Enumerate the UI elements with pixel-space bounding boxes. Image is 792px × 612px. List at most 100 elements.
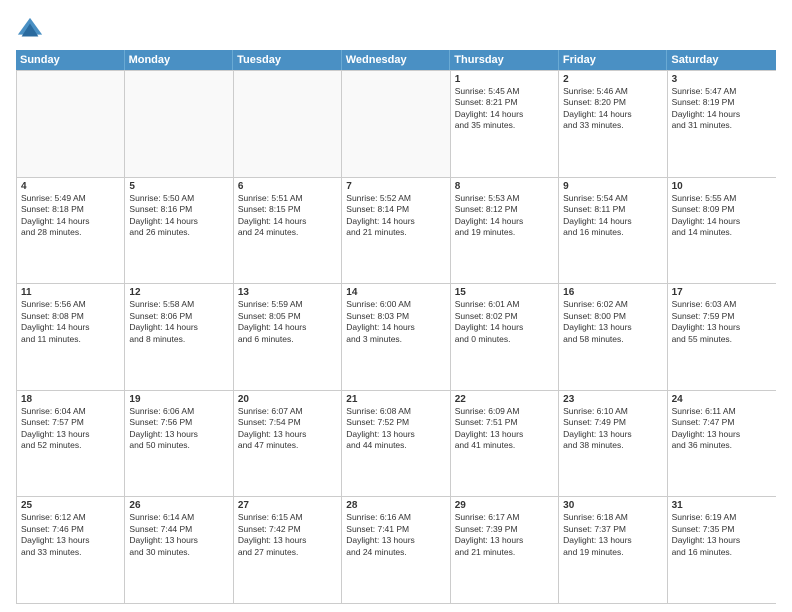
day-number: 21 — [346, 394, 445, 405]
calendar-cell-14: 14Sunrise: 6:00 AM Sunset: 8:03 PM Dayli… — [342, 284, 450, 390]
cell-info-text: Sunrise: 6:14 AM Sunset: 7:44 PM Dayligh… — [129, 512, 228, 558]
calendar-cell-23: 23Sunrise: 6:10 AM Sunset: 7:49 PM Dayli… — [559, 391, 667, 497]
calendar-cell-11: 11Sunrise: 5:56 AM Sunset: 8:08 PM Dayli… — [17, 284, 125, 390]
header-day-sunday: Sunday — [16, 50, 125, 70]
calendar-cell-4: 4Sunrise: 5:49 AM Sunset: 8:18 PM Daylig… — [17, 178, 125, 284]
cell-info-text: Sunrise: 6:06 AM Sunset: 7:56 PM Dayligh… — [129, 406, 228, 452]
logo-icon — [16, 16, 44, 44]
calendar-cell-empty-0-0 — [17, 71, 125, 177]
cell-info-text: Sunrise: 6:02 AM Sunset: 8:00 PM Dayligh… — [563, 299, 662, 345]
cell-info-text: Sunrise: 6:04 AM Sunset: 7:57 PM Dayligh… — [21, 406, 120, 452]
calendar-row-1: 4Sunrise: 5:49 AM Sunset: 8:18 PM Daylig… — [17, 177, 776, 284]
calendar-cell-31: 31Sunrise: 6:19 AM Sunset: 7:35 PM Dayli… — [668, 497, 776, 603]
day-number: 29 — [455, 500, 554, 511]
cell-info-text: Sunrise: 6:12 AM Sunset: 7:46 PM Dayligh… — [21, 512, 120, 558]
calendar-cell-28: 28Sunrise: 6:16 AM Sunset: 7:41 PM Dayli… — [342, 497, 450, 603]
cell-info-text: Sunrise: 5:56 AM Sunset: 8:08 PM Dayligh… — [21, 299, 120, 345]
calendar-cell-15: 15Sunrise: 6:01 AM Sunset: 8:02 PM Dayli… — [451, 284, 559, 390]
calendar-cell-26: 26Sunrise: 6:14 AM Sunset: 7:44 PM Dayli… — [125, 497, 233, 603]
cell-info-text: Sunrise: 5:52 AM Sunset: 8:14 PM Dayligh… — [346, 193, 445, 239]
day-number: 18 — [21, 394, 120, 405]
calendar-row-0: 1Sunrise: 5:45 AM Sunset: 8:21 PM Daylig… — [17, 70, 776, 177]
calendar-cell-6: 6Sunrise: 5:51 AM Sunset: 8:15 PM Daylig… — [234, 178, 342, 284]
cell-info-text: Sunrise: 6:17 AM Sunset: 7:39 PM Dayligh… — [455, 512, 554, 558]
calendar-cell-16: 16Sunrise: 6:02 AM Sunset: 8:00 PM Dayli… — [559, 284, 667, 390]
cell-info-text: Sunrise: 5:55 AM Sunset: 8:09 PM Dayligh… — [672, 193, 772, 239]
day-number: 26 — [129, 500, 228, 511]
header — [16, 12, 776, 44]
cell-info-text: Sunrise: 6:08 AM Sunset: 7:52 PM Dayligh… — [346, 406, 445, 452]
cell-info-text: Sunrise: 6:10 AM Sunset: 7:49 PM Dayligh… — [563, 406, 662, 452]
day-number: 15 — [455, 287, 554, 298]
calendar-cell-13: 13Sunrise: 5:59 AM Sunset: 8:05 PM Dayli… — [234, 284, 342, 390]
header-day-wednesday: Wednesday — [342, 50, 451, 70]
cell-info-text: Sunrise: 6:07 AM Sunset: 7:54 PM Dayligh… — [238, 406, 337, 452]
cell-info-text: Sunrise: 6:00 AM Sunset: 8:03 PM Dayligh… — [346, 299, 445, 345]
calendar-cell-24: 24Sunrise: 6:11 AM Sunset: 7:47 PM Dayli… — [668, 391, 776, 497]
calendar-cell-10: 10Sunrise: 5:55 AM Sunset: 8:09 PM Dayli… — [668, 178, 776, 284]
day-number: 3 — [672, 74, 772, 85]
calendar-cell-19: 19Sunrise: 6:06 AM Sunset: 7:56 PM Dayli… — [125, 391, 233, 497]
day-number: 16 — [563, 287, 662, 298]
day-number: 22 — [455, 394, 554, 405]
calendar-cell-8: 8Sunrise: 5:53 AM Sunset: 8:12 PM Daylig… — [451, 178, 559, 284]
calendar-header: SundayMondayTuesdayWednesdayThursdayFrid… — [16, 50, 776, 70]
header-day-thursday: Thursday — [450, 50, 559, 70]
day-number: 5 — [129, 181, 228, 192]
header-day-friday: Friday — [559, 50, 668, 70]
calendar-cell-30: 30Sunrise: 6:18 AM Sunset: 7:37 PM Dayli… — [559, 497, 667, 603]
calendar-body: 1Sunrise: 5:45 AM Sunset: 8:21 PM Daylig… — [16, 70, 776, 604]
calendar-cell-22: 22Sunrise: 6:09 AM Sunset: 7:51 PM Dayli… — [451, 391, 559, 497]
calendar-row-3: 18Sunrise: 6:04 AM Sunset: 7:57 PM Dayli… — [17, 390, 776, 497]
cell-info-text: Sunrise: 6:01 AM Sunset: 8:02 PM Dayligh… — [455, 299, 554, 345]
header-day-saturday: Saturday — [667, 50, 776, 70]
header-day-tuesday: Tuesday — [233, 50, 342, 70]
calendar-cell-18: 18Sunrise: 6:04 AM Sunset: 7:57 PM Dayli… — [17, 391, 125, 497]
day-number: 20 — [238, 394, 337, 405]
calendar-cell-20: 20Sunrise: 6:07 AM Sunset: 7:54 PM Dayli… — [234, 391, 342, 497]
cell-info-text: Sunrise: 6:18 AM Sunset: 7:37 PM Dayligh… — [563, 512, 662, 558]
cell-info-text: Sunrise: 5:47 AM Sunset: 8:19 PM Dayligh… — [672, 86, 772, 132]
calendar-row-4: 25Sunrise: 6:12 AM Sunset: 7:46 PM Dayli… — [17, 496, 776, 603]
cell-info-text: Sunrise: 5:49 AM Sunset: 8:18 PM Dayligh… — [21, 193, 120, 239]
calendar-cell-29: 29Sunrise: 6:17 AM Sunset: 7:39 PM Dayli… — [451, 497, 559, 603]
cell-info-text: Sunrise: 6:03 AM Sunset: 7:59 PM Dayligh… — [672, 299, 772, 345]
cell-info-text: Sunrise: 5:53 AM Sunset: 8:12 PM Dayligh… — [455, 193, 554, 239]
day-number: 23 — [563, 394, 662, 405]
day-number: 10 — [672, 181, 772, 192]
cell-info-text: Sunrise: 6:16 AM Sunset: 7:41 PM Dayligh… — [346, 512, 445, 558]
calendar-cell-5: 5Sunrise: 5:50 AM Sunset: 8:16 PM Daylig… — [125, 178, 233, 284]
day-number: 4 — [21, 181, 120, 192]
day-number: 25 — [21, 500, 120, 511]
day-number: 6 — [238, 181, 337, 192]
calendar-cell-empty-0-2 — [234, 71, 342, 177]
calendar-cell-9: 9Sunrise: 5:54 AM Sunset: 8:11 PM Daylig… — [559, 178, 667, 284]
day-number: 1 — [455, 74, 554, 85]
day-number: 7 — [346, 181, 445, 192]
day-number: 27 — [238, 500, 337, 511]
calendar-cell-25: 25Sunrise: 6:12 AM Sunset: 7:46 PM Dayli… — [17, 497, 125, 603]
day-number: 14 — [346, 287, 445, 298]
day-number: 13 — [238, 287, 337, 298]
day-number: 2 — [563, 74, 662, 85]
cell-info-text: Sunrise: 5:46 AM Sunset: 8:20 PM Dayligh… — [563, 86, 662, 132]
cell-info-text: Sunrise: 5:58 AM Sunset: 8:06 PM Dayligh… — [129, 299, 228, 345]
cell-info-text: Sunrise: 5:59 AM Sunset: 8:05 PM Dayligh… — [238, 299, 337, 345]
cell-info-text: Sunrise: 6:09 AM Sunset: 7:51 PM Dayligh… — [455, 406, 554, 452]
cell-info-text: Sunrise: 5:50 AM Sunset: 8:16 PM Dayligh… — [129, 193, 228, 239]
day-number: 30 — [563, 500, 662, 511]
cell-info-text: Sunrise: 6:11 AM Sunset: 7:47 PM Dayligh… — [672, 406, 772, 452]
calendar-cell-empty-0-3 — [342, 71, 450, 177]
cell-info-text: Sunrise: 6:19 AM Sunset: 7:35 PM Dayligh… — [672, 512, 772, 558]
day-number: 19 — [129, 394, 228, 405]
calendar-cell-3: 3Sunrise: 5:47 AM Sunset: 8:19 PM Daylig… — [668, 71, 776, 177]
calendar-cell-21: 21Sunrise: 6:08 AM Sunset: 7:52 PM Dayli… — [342, 391, 450, 497]
calendar-cell-27: 27Sunrise: 6:15 AM Sunset: 7:42 PM Dayli… — [234, 497, 342, 603]
day-number: 11 — [21, 287, 120, 298]
calendar-cell-17: 17Sunrise: 6:03 AM Sunset: 7:59 PM Dayli… — [668, 284, 776, 390]
day-number: 31 — [672, 500, 772, 511]
calendar-cell-1: 1Sunrise: 5:45 AM Sunset: 8:21 PM Daylig… — [451, 71, 559, 177]
calendar-cell-7: 7Sunrise: 5:52 AM Sunset: 8:14 PM Daylig… — [342, 178, 450, 284]
day-number: 28 — [346, 500, 445, 511]
day-number: 24 — [672, 394, 772, 405]
